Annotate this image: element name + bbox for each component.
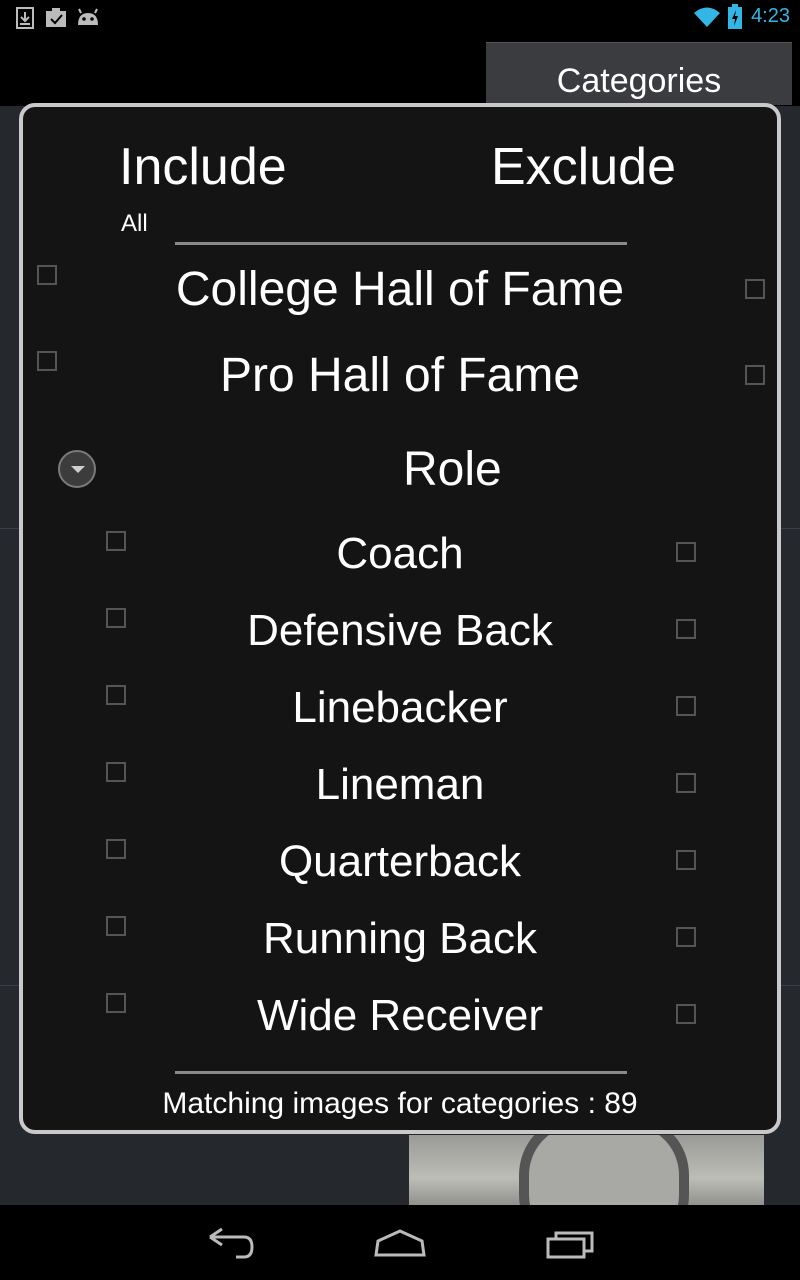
exclude-checkbox[interactable] <box>745 279 765 299</box>
status-bar: 4:23 <box>0 0 800 36</box>
all-toggle[interactable]: All <box>121 210 148 238</box>
divider <box>175 242 627 245</box>
category-label: Wide Receiver <box>256 991 544 1040</box>
category-filter-dialog: Include Exclude All College Hall of Fame… <box>19 103 781 1134</box>
category-label: Pro Hall of Fame <box>219 349 581 402</box>
exclude-checkbox[interactable] <box>676 542 696 562</box>
category-label: Quarterback <box>278 837 522 886</box>
divider <box>175 1071 627 1074</box>
exclude-checkbox[interactable] <box>676 850 696 870</box>
clipboard-icon <box>46 8 66 27</box>
category-label: Defensive Back <box>247 606 553 655</box>
android-icon <box>78 8 98 25</box>
exclude-checkbox[interactable] <box>676 619 696 639</box>
download-icon <box>16 7 34 29</box>
matching-count: Matching images for categories : 89 <box>162 1087 638 1120</box>
category-label: Linebacker <box>292 683 508 732</box>
categories-tab[interactable]: Categories <box>486 42 792 105</box>
exclude-checkbox[interactable] <box>676 927 696 947</box>
group-label: Role <box>403 443 502 496</box>
include-header: Include <box>119 138 287 196</box>
category-label: Coach <box>336 529 464 578</box>
exclude-checkbox[interactable] <box>745 365 765 385</box>
back-icon[interactable] <box>200 1223 260 1263</box>
battery-charging-icon <box>728 4 742 29</box>
clock: 4:23 <box>751 5 790 27</box>
exclude-checkbox[interactable] <box>676 773 696 793</box>
wifi-icon <box>694 7 720 27</box>
background-photo <box>409 1135 764 1207</box>
recent-apps-icon[interactable] <box>542 1223 602 1263</box>
home-icon[interactable] <box>370 1223 430 1263</box>
category-label: Running Back <box>263 914 537 963</box>
navigation-bar <box>0 1205 800 1280</box>
exclude-checkbox[interactable] <box>676 1004 696 1024</box>
category-label: College Hall of Fame <box>175 263 625 316</box>
exclude-checkbox[interactable] <box>676 696 696 716</box>
exclude-header: Exclude <box>491 138 676 196</box>
category-label: Lineman <box>315 760 485 809</box>
collapse-group-icon[interactable] <box>58 450 96 488</box>
